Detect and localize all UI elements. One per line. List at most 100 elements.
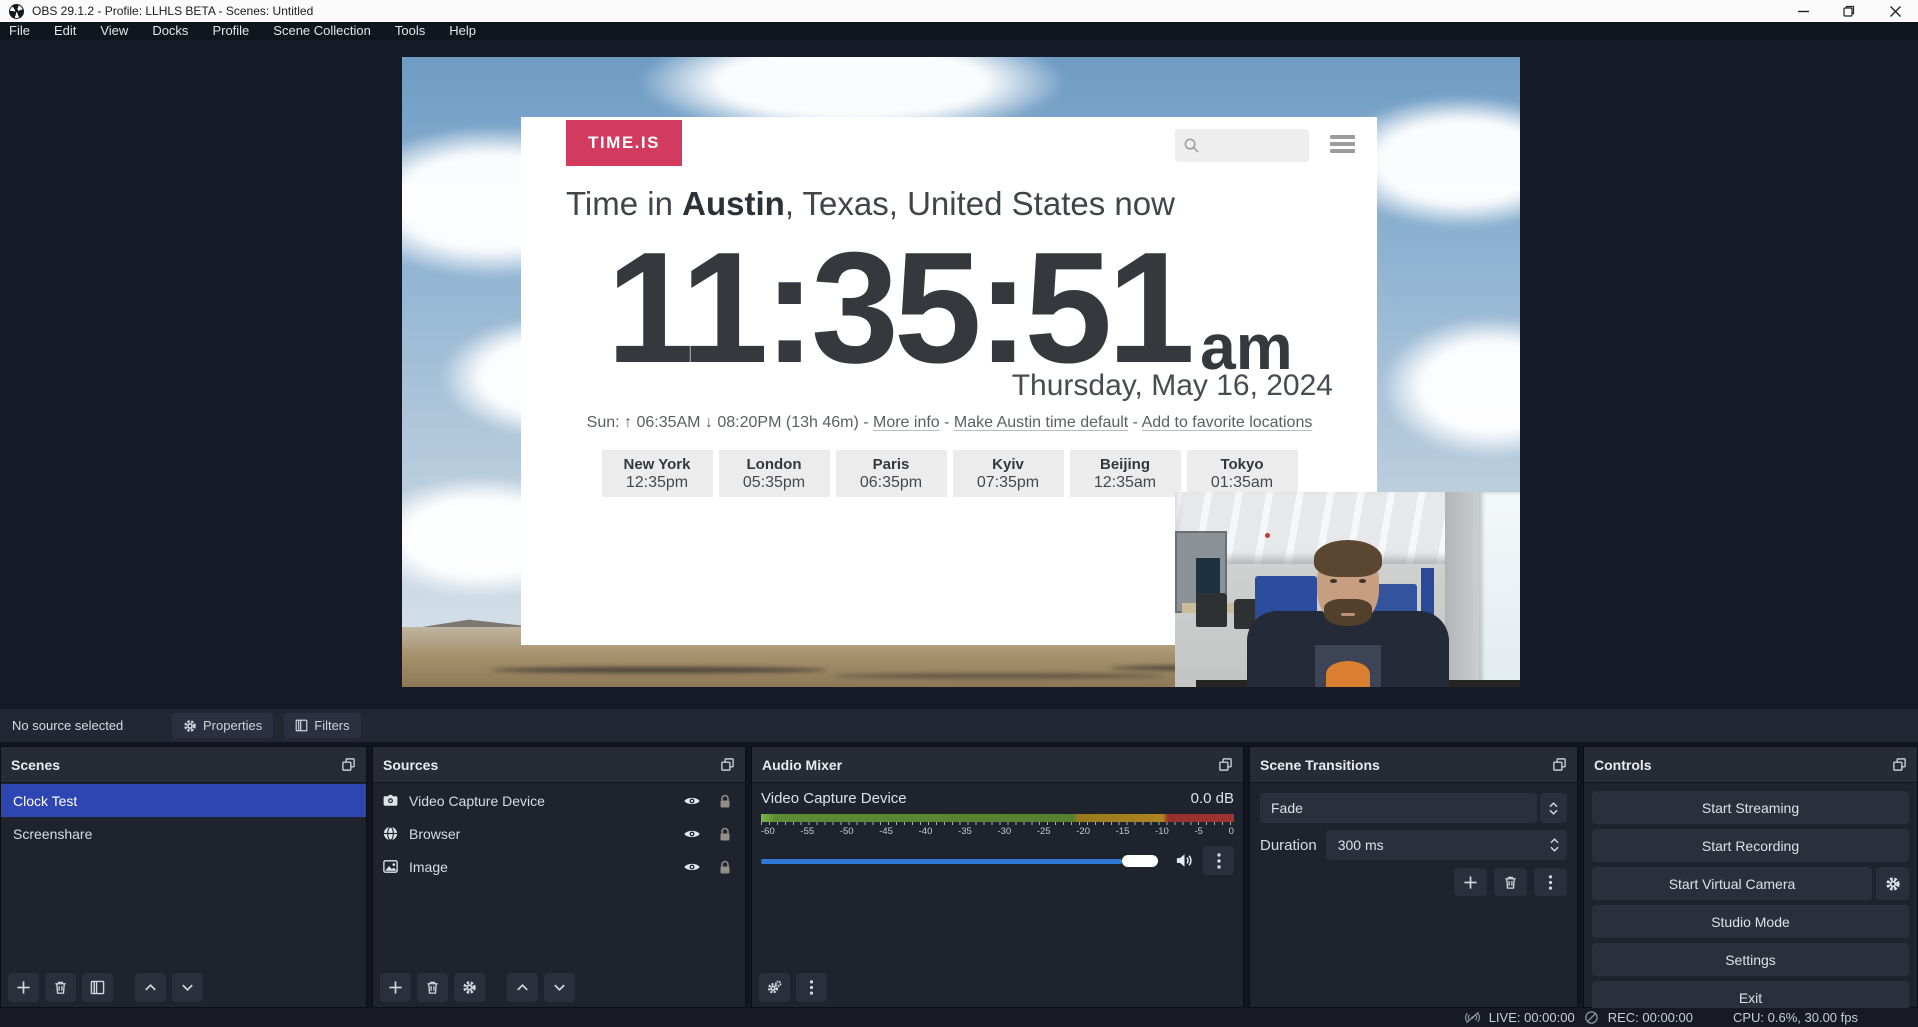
title-bar[interactable]: OBS 29.1.2 - Profile: LLHLS BETA - Scene… [0,0,1918,22]
duration-spin-arrows[interactable] [1550,830,1559,860]
dock-area: Scenes Clock Test Screenshare Sources [0,742,1918,1008]
stream-inactive-icon [1464,1010,1481,1025]
chevron-up-icon [143,980,158,995]
start-recording-button[interactable]: Start Recording [1592,829,1909,862]
source-item-video-capture[interactable]: Video Capture Device [373,784,745,817]
transition-menu-button[interactable] [1534,868,1567,896]
source-properties-button[interactable] [454,973,485,1002]
virtual-camera-settings-button[interactable] [1876,867,1909,900]
start-streaming-button[interactable]: Start Streaming [1592,791,1909,824]
move-source-up-button[interactable] [507,973,538,1002]
scenes-panel-header[interactable]: Scenes [1,747,366,783]
move-scene-down-button[interactable] [172,973,203,1002]
mixer-menu-button[interactable] [796,973,827,1002]
world-cities-row: New York12:35pm London05:35pm Paris06:35… [566,450,1333,497]
favorite-locations-link: Add to favorite locations [1142,414,1313,431]
popout-icon[interactable] [1892,757,1907,772]
minimize-button[interactable] [1780,0,1826,22]
lock-icon[interactable] [717,826,733,842]
scene-filters-button[interactable] [82,973,113,1002]
menu-bar: File Edit View Docks Profile Scene Colle… [0,22,1918,40]
chevron-down-icon [1549,809,1558,815]
add-scene-button[interactable] [8,973,39,1002]
obs-window: OBS 29.1.2 - Profile: LLHLS BETA - Scene… [0,0,1918,1027]
chevron-up-icon [1549,802,1558,808]
concrete-pillar [1445,492,1480,687]
settings-button[interactable]: Settings [1592,943,1909,976]
visibility-eye-icon[interactable] [683,858,701,876]
office-chair [1196,593,1227,626]
volume-meter-ticks [761,822,1234,825]
webcam-source-video[interactable] [1175,492,1520,687]
menu-profile[interactable]: Profile [200,22,261,40]
volume-slider-handle[interactable] [1122,855,1158,867]
scenes-panel: Scenes Clock Test Screenshare [0,746,367,1008]
menu-edit[interactable]: Edit [42,22,88,40]
move-source-down-button[interactable] [544,973,575,1002]
visibility-eye-icon[interactable] [683,825,701,843]
gears-icon [767,980,782,995]
timeis-clock: 11:35:51 am [566,209,1333,387]
remove-source-button[interactable] [417,973,448,1002]
visibility-eye-icon[interactable] [683,792,701,810]
remove-scene-button[interactable] [45,973,76,1002]
filters-button[interactable]: Filters [284,713,360,738]
popout-icon[interactable] [1218,757,1233,772]
remove-transition-button[interactable] [1494,868,1527,896]
menu-view[interactable]: View [88,22,140,40]
record-inactive-icon [1583,1010,1600,1025]
properties-button[interactable]: Properties [172,713,273,738]
person-eye [1359,579,1366,583]
add-transition-button[interactable] [1454,868,1487,896]
camera-icon [382,792,399,809]
timeis-logo: TIME.IS [566,120,682,166]
menu-docks[interactable]: Docks [140,22,200,40]
popout-icon[interactable] [720,757,735,772]
person-eye [1330,579,1337,583]
current-date: Thursday, May 16, 2024 [1012,369,1333,403]
duration-spinbox[interactable]: 300 ms [1326,830,1567,860]
audio-mixer-header[interactable]: Audio Mixer [752,747,1243,783]
preview-canvas[interactable]: TIME.IS Time in Austin, Texas, United St… [0,40,1918,709]
city-tile: Beijing12:35am [1070,450,1181,497]
sources-panel: Sources Video Capture Device Browser [372,746,746,1008]
window-title: OBS 29.1.2 - Profile: LLHLS BETA - Scene… [32,4,313,18]
mixer-channel-menu-button[interactable] [1203,846,1234,875]
popout-icon[interactable] [341,757,356,772]
person-head [1317,545,1379,625]
lock-icon[interactable] [717,793,733,809]
advanced-audio-button[interactable] [759,973,790,1002]
shirt-graphic [1326,661,1370,687]
start-virtual-camera-button[interactable]: Start Virtual Camera [1592,867,1872,900]
scene-item-clock-test[interactable]: Clock Test [1,784,366,817]
cloud [1382,317,1520,457]
transition-select[interactable]: Fade [1260,793,1537,823]
add-source-button[interactable] [380,973,411,1002]
chevron-up-icon [515,980,530,995]
speaker-icon[interactable] [1175,851,1194,870]
move-scene-up-button[interactable] [135,973,166,1002]
studio-mode-button[interactable]: Studio Mode [1592,905,1909,938]
lock-icon[interactable] [717,859,733,875]
menu-help[interactable]: Help [437,22,488,40]
close-button[interactable] [1872,0,1918,22]
source-item-browser[interactable]: Browser [373,817,745,850]
dots-vertical-icon [804,980,819,995]
scene-transitions-header[interactable]: Scene Transitions [1250,747,1577,783]
chevron-down-icon [1550,846,1559,852]
popout-icon[interactable] [1552,757,1567,772]
transition-select-arrows[interactable] [1540,793,1567,823]
source-item-image[interactable]: Image [373,850,745,883]
city-tile: Paris06:35pm [836,450,947,497]
scene-item-screenshare[interactable]: Screenshare [1,817,366,850]
search-icon [1183,137,1200,154]
menu-scene-collection[interactable]: Scene Collection [261,22,383,40]
restore-button[interactable] [1826,0,1872,22]
menu-tools[interactable]: Tools [383,22,437,40]
volume-slider[interactable] [761,854,1166,868]
browser-source-video[interactable]: TIME.IS Time in Austin, Texas, United St… [402,57,1520,687]
chevron-down-icon [552,980,567,995]
controls-header[interactable]: Controls [1584,747,1917,783]
sources-panel-header[interactable]: Sources [373,747,745,783]
menu-file[interactable]: File [0,22,42,40]
